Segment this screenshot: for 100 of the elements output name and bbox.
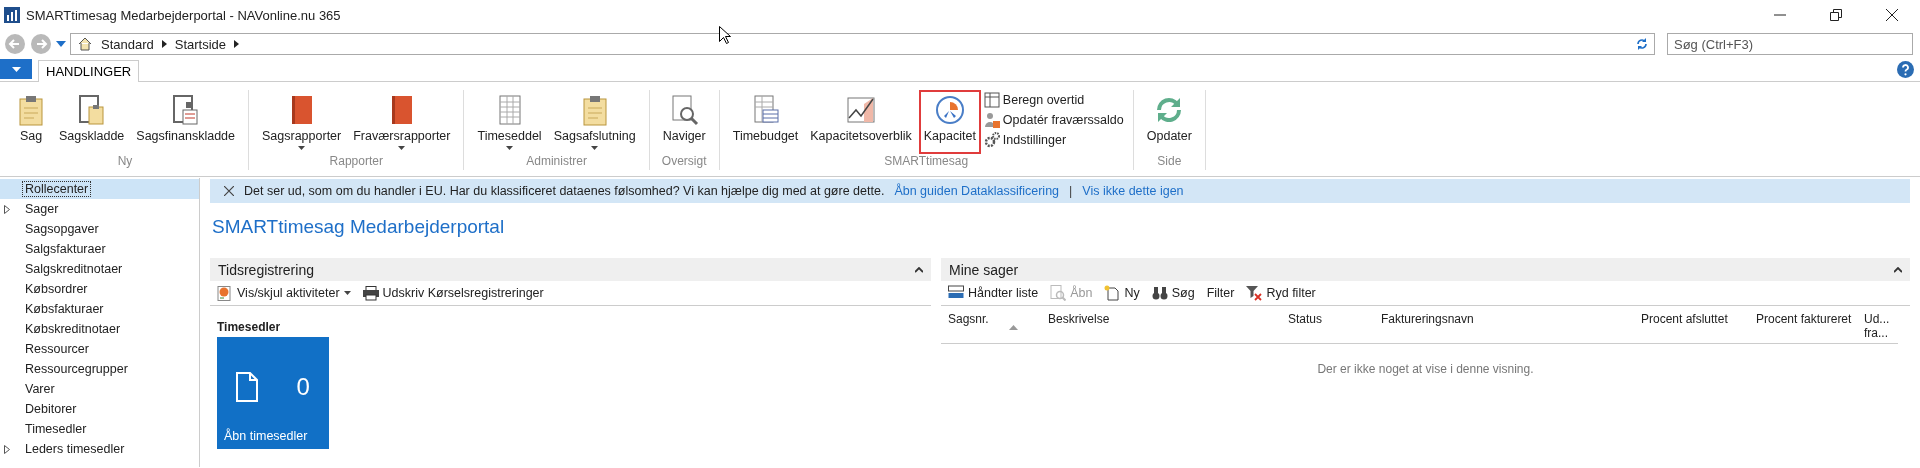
dropdown-icon[interactable] (56, 41, 66, 47)
magnifier-icon (1050, 285, 1067, 301)
ribbon-button[interactable]: Kapacitetsoverblik (805, 90, 917, 154)
ribbon-button[interactable]: Naviger (657, 90, 711, 154)
link[interactable]: Vis ikke dette igen (1082, 184, 1184, 198)
gears-icon (983, 131, 1000, 148)
sidebar-item[interactable]: Købskreditnotaer (0, 319, 199, 339)
list-icon (948, 285, 964, 301)
toolbar-button[interactable]: Håndter liste (948, 285, 1039, 301)
schedule-icon (983, 91, 1000, 108)
collapse-icon[interactable] (1894, 266, 1902, 273)
caret-icon (343, 291, 351, 295)
ribbon-tab[interactable]: HANDLINGER (38, 60, 140, 82)
tile-group-label: Timesedler (217, 320, 282, 334)
toolbar-button[interactable]: Udskriv Kørselsregistreringer (362, 285, 544, 301)
caret-icon (506, 146, 514, 150)
close-icon[interactable] (1886, 9, 1898, 21)
sidebar-item[interactable]: Salgsfakturaer (0, 239, 199, 259)
sidebar-item[interactable]: Timesedler (0, 419, 199, 439)
page-title: SMARTtimesag Medarbejderportal (212, 216, 506, 239)
window-title: SMARTtimesag Medarbejderportal - NAVonline.nu 365 (26, 7, 342, 23)
caret-icon (398, 146, 406, 150)
ribbon-button[interactable]: Beregn overtid (982, 90, 1125, 109)
new-document-icon (1104, 285, 1121, 301)
ribbon-button[interactable]: Indstillinger (982, 130, 1125, 149)
collapse-icon[interactable] (915, 266, 923, 273)
clear-filter-icon (1246, 285, 1263, 301)
sidebar-item[interactable]: Sager (0, 199, 199, 219)
ribbon-button[interactable]: Timebudget (727, 90, 804, 154)
toolbar-button[interactable]: Vis/skjul aktiviteter (217, 285, 351, 301)
ribbon-button[interactable]: Opdater (1141, 90, 1197, 154)
home-icon (77, 36, 93, 52)
chevron-icon (234, 40, 240, 48)
panel-header[interactable]: Tidsregistrering (210, 258, 931, 281)
link[interactable]: Åbn guiden Dataklassificering (894, 184, 1060, 198)
toolbar-button[interactable]: Ryd filter (1246, 285, 1316, 301)
help-icon[interactable] (1897, 61, 1914, 78)
panel-header[interactable]: Mine sager (941, 258, 1910, 281)
sidebar-item[interactable]: Salgskreditnotaer (0, 259, 199, 279)
document-icon (236, 372, 259, 402)
toolbar-button[interactable]: Filter (1206, 286, 1235, 300)
menu-button[interactable] (0, 59, 32, 79)
breadcrumb-link[interactable]: Standard (101, 36, 154, 52)
sort-ascending-icon (1008, 325, 1018, 330)
person-icon (983, 111, 1000, 128)
mouse-cursor-icon (719, 26, 731, 44)
group-label: Oversigt (660, 154, 708, 170)
caret-icon (298, 146, 306, 150)
timesheet-tile[interactable]: 0 Åbn timesedler (217, 337, 329, 449)
refresh-icon[interactable] (1636, 38, 1648, 50)
expand-icon[interactable] (4, 444, 10, 454)
sidebar-item[interactable]: Leders timesedler (0, 439, 199, 459)
column-header[interactable]: Sagsnr. (948, 312, 1018, 330)
group-label: SMARTtimesag (883, 154, 970, 170)
printer-icon (362, 285, 379, 301)
group-label: Rapporter (328, 154, 384, 170)
chevron-icon (161, 40, 167, 48)
empty-message: Der er ikke noget at vise i denne visning. (1316, 362, 1535, 376)
pie-chart-icon (933, 94, 966, 126)
group-label: Administrer (525, 154, 588, 170)
activity-icon (217, 285, 233, 301)
sidebar-item[interactable]: Rollecenter (0, 179, 199, 199)
ribbon-button[interactable]: Kapacitet (918, 90, 981, 154)
column-header[interactable]: Procent faktureret (1756, 312, 1852, 326)
ribbon-button[interactable]: Sagsfinanskladde (131, 90, 240, 154)
ribbon-button[interactable]: Sagsafslutning (548, 90, 641, 154)
search-field[interactable]: Søg (Ctrl+F3) (1667, 33, 1913, 55)
close-icon[interactable] (224, 186, 234, 196)
group-label: Side (1156, 154, 1183, 170)
column-header[interactable]: Status (1288, 312, 1323, 326)
sidebar-item[interactable]: Købsordrer (0, 279, 199, 299)
toolbar-button[interactable]: Ny (1104, 285, 1140, 301)
ribbon-button[interactable]: Sag (10, 90, 52, 154)
ribbon-button[interactable]: Sagskladde (54, 90, 130, 154)
ribbon-button[interactable]: Timeseddel (472, 90, 547, 154)
sidebar-item[interactable]: Købsfakturaer (0, 299, 199, 319)
expand-icon[interactable] (4, 204, 10, 214)
separator-text: | (1069, 184, 1073, 198)
ribbon-button[interactable]: Sagsrapporter (257, 90, 347, 154)
toolbar-button[interactable]: Søg (1151, 285, 1195, 301)
binoculars-icon (1151, 285, 1168, 301)
caret-icon (11, 66, 21, 72)
restore-icon[interactable] (1830, 9, 1842, 21)
app-logo-icon (4, 7, 20, 23)
sidebar-item[interactable]: Ressourcer (0, 339, 199, 359)
column-header[interactable]: Ud... fra... (1864, 312, 1898, 340)
column-header[interactable]: Faktureringsnavn (1381, 312, 1474, 326)
address-bar[interactable]: Standard Startside (70, 33, 1655, 55)
line-chart-icon (845, 94, 877, 126)
sidebar-item[interactable]: Ressourcegrupper (0, 359, 199, 379)
sidebar-item[interactable]: Varer (0, 379, 199, 399)
ribbon-button[interactable]: Opdatér fraværssaldo (982, 110, 1125, 129)
sidebar-item[interactable]: Debitorer (0, 399, 199, 419)
banner-text: Det ser ud, som om du handler i EU. Har du klassificeret dataenes følsomhed? Vi kan hjælpe dig med at gøre dette. (244, 184, 885, 198)
column-header[interactable]: Procent afsluttet (1641, 312, 1728, 326)
caret-icon (591, 146, 599, 150)
breadcrumb-link[interactable]: Startside (174, 36, 227, 52)
column-header[interactable]: Beskrivelse (1048, 312, 1110, 326)
sidebar-item[interactable]: Sagsopgaver (0, 219, 199, 239)
ribbon-button[interactable]: Fraværsrapporter (348, 90, 456, 154)
